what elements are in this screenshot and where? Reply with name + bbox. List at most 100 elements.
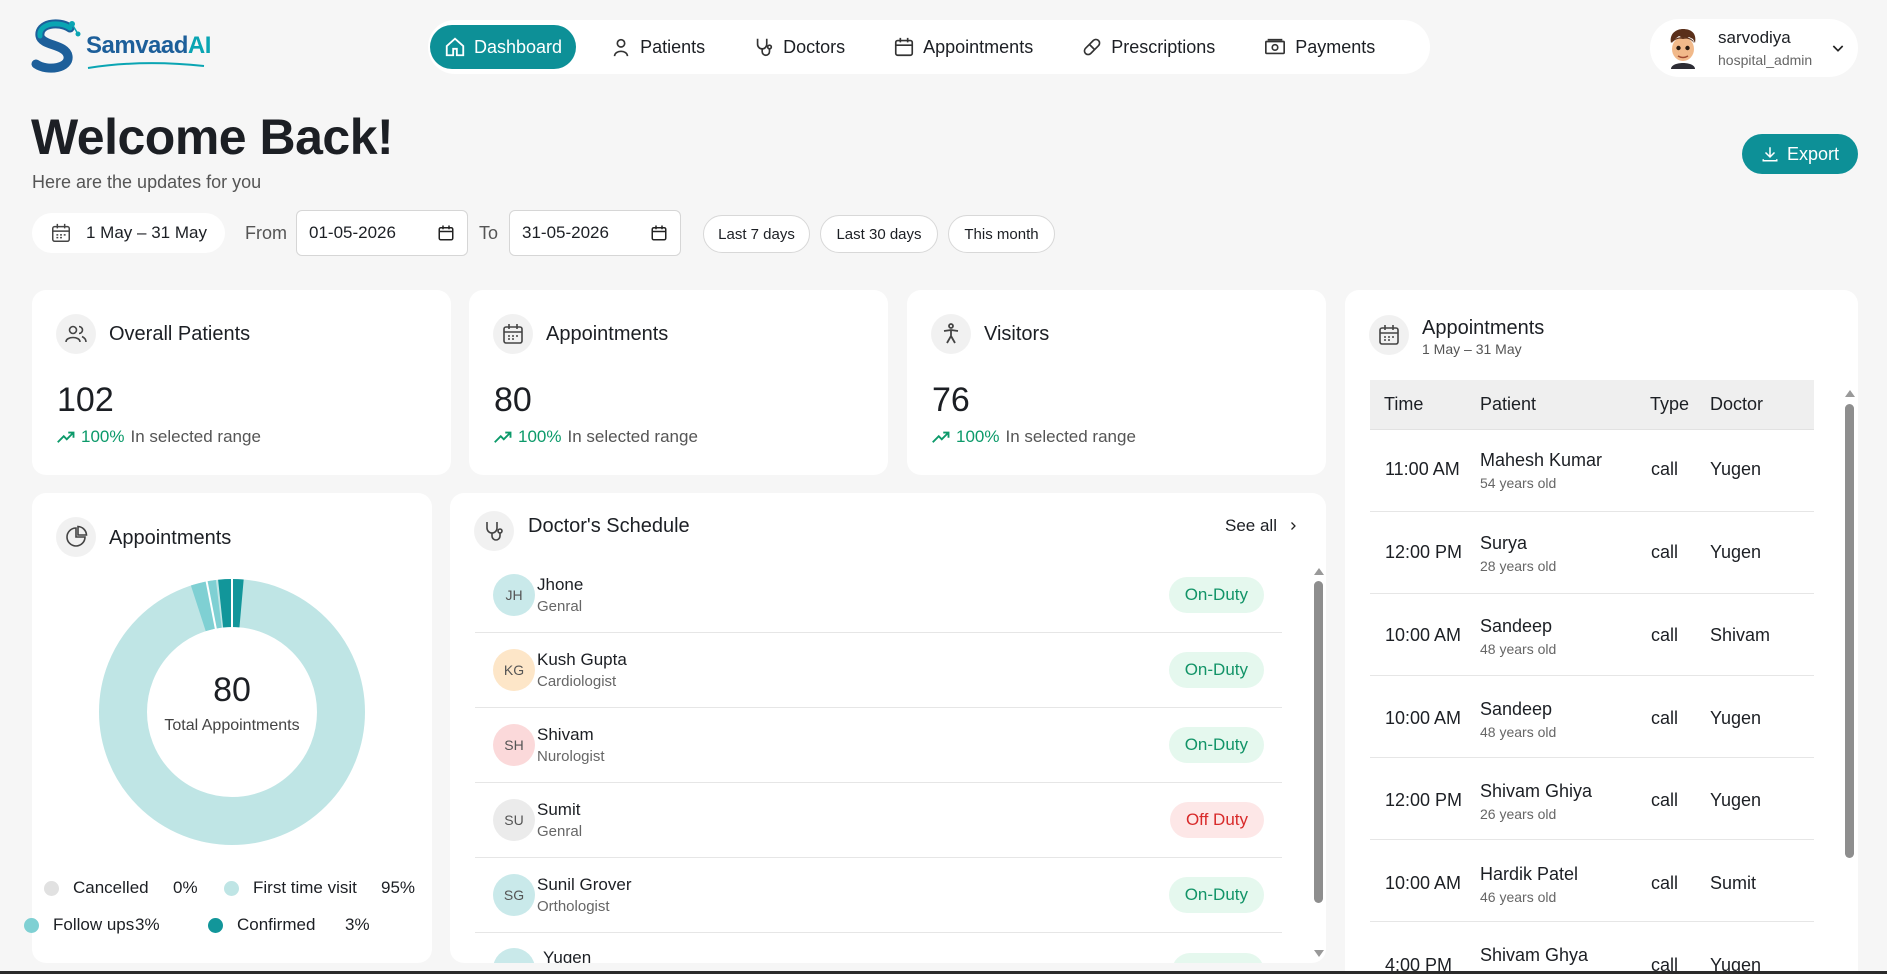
nav-label: Patients [640, 36, 706, 57]
cell-patient: Sandeep [1480, 699, 1553, 719]
stat-note: In selected range [1005, 427, 1136, 446]
export-label: Export [1786, 143, 1840, 164]
cell-type: call [1651, 873, 1679, 893]
home-icon [444, 36, 466, 58]
duty-badge: On-Duty [1168, 652, 1264, 688]
column-header: Type [1650, 394, 1690, 414]
stat-value: 80 [494, 381, 532, 419]
doctor-name: Sunil Grover [537, 875, 632, 894]
legend-dot [24, 917, 39, 933]
schedule-scrollbar-thumb[interactable] [1314, 581, 1323, 903]
trend-up-icon [57, 430, 75, 444]
page-subtitle: Here are the updates for you [32, 172, 262, 192]
doctor-row[interactable]: SH Shivam Nurologist On-Duty [475, 708, 1282, 783]
table-row[interactable]: 10:00 AM Hardik Patel 46 years old call … [1370, 840, 1814, 922]
export-button[interactable]: Export [1742, 134, 1858, 174]
user-role: hospital_admin [1718, 52, 1813, 68]
cell-patient: Shivam Ghiya [1480, 781, 1593, 801]
legend-dot [208, 917, 223, 933]
doctor-speciality: Nurologist [537, 748, 605, 765]
stat-note: In selected range [567, 427, 698, 446]
nav-appointments[interactable]: Appointments [879, 25, 1047, 69]
to-date-value: 31-05-2026 [522, 223, 609, 242]
nav-payments[interactable]: Payments [1249, 25, 1389, 69]
users-icon [56, 314, 96, 354]
stat-trend: 100% In selected range [57, 427, 261, 447]
logo-swoosh-icon [87, 62, 205, 69]
cell-time: 10:00 AM [1385, 873, 1462, 893]
chevron-down-icon[interactable] [1830, 40, 1846, 56]
table-row[interactable]: 10:00 AM Sandeep 48 years old call Yugen [1370, 676, 1814, 758]
doctor-initials: SG [493, 874, 535, 916]
cell-patient: Shivam Ghya [1480, 945, 1589, 965]
download-icon [1761, 145, 1779, 163]
table-scrollbar-thumb[interactable] [1845, 404, 1854, 858]
legend-label: Cancelled [73, 878, 149, 897]
schedule-scroll-up[interactable] [1313, 563, 1325, 581]
doctor-initials: SU [493, 799, 535, 841]
legend-dot [44, 880, 59, 896]
page-title: Welcome Back! [31, 109, 394, 165]
nav-doctors[interactable]: Doctors [739, 25, 859, 69]
doctor-row[interactable]: KG Kush Gupta Cardiologist On-Duty [475, 633, 1282, 708]
doctor-row-partial[interactable]: Yugen [475, 933, 1282, 963]
table-row[interactable]: 12:00 PM Shivam Ghiya 26 years old call … [1370, 758, 1814, 840]
schedule-scroll-down[interactable] [1313, 946, 1325, 963]
cell-time: 12:00 PM [1385, 790, 1463, 810]
doctor-initials-circle [493, 948, 535, 963]
calendar-picker-icon[interactable] [437, 224, 455, 242]
legend-confirmed: Confirmed 3% [208, 915, 370, 935]
cell-type: call [1651, 790, 1679, 810]
stat-note: In selected range [130, 427, 261, 446]
calendar-picker-icon[interactable] [650, 224, 668, 242]
stat-title: Appointments [546, 323, 669, 345]
nav-label: Dashboard [474, 36, 563, 57]
trend-up-icon [494, 430, 512, 444]
nav-label: Appointments [923, 36, 1034, 57]
donut-total: 80 [213, 671, 251, 709]
date-range-pill[interactable]: 1 May – 31 May [32, 213, 225, 253]
donut-title: Appointments [109, 527, 232, 549]
cell-type: call [1651, 625, 1679, 645]
stat-title: Visitors [984, 323, 1050, 345]
see-all-link[interactable]: See all [1225, 516, 1299, 536]
stat-card-appointments: Appointments 80 100% In selected range [469, 290, 888, 475]
cell-patient: Mahesh Kumar [1480, 450, 1603, 470]
doctor-row[interactable]: JH Jhone Genral On-Duty [475, 558, 1282, 633]
nav-prescriptions[interactable]: Prescriptions [1067, 25, 1229, 69]
table-row[interactable]: 10:00 AM Sandeep 48 years old call Shiva… [1370, 594, 1814, 676]
from-date-input[interactable]: 01-05-2026 [296, 210, 468, 256]
quick-last-7-days[interactable]: Last 7 days [703, 215, 810, 253]
cell-doctor: Yugen [1710, 708, 1762, 728]
table-row[interactable]: 12:00 PM Surya 28 years old call Yugen [1370, 512, 1814, 594]
table-scroll-up[interactable] [1844, 385, 1856, 403]
legend-value: 95% [381, 878, 416, 897]
table-row[interactable]: 4:00 PM Shivam Ghya call Yugen [1370, 922, 1814, 974]
appointments-table-range: 1 May – 31 May [1422, 341, 1522, 357]
cell-patient-age: 48 years old [1480, 641, 1557, 657]
quick-last-30-days[interactable]: Last 30 days [820, 215, 938, 253]
stat-trend: 100% In selected range [494, 427, 698, 447]
cell-patient-age: 48 years old [1480, 724, 1557, 740]
table-row[interactable]: 11:00 AM Mahesh Kumar 54 years old call … [1370, 430, 1814, 512]
quick-this-month[interactable]: This month [948, 215, 1055, 253]
cell-patient: Hardik Patel [1480, 864, 1579, 884]
doctor-row[interactable]: SU Sumit Genral Off Duty [475, 783, 1282, 858]
date-range-label: 1 May – 31 May [86, 223, 207, 242]
nav-label: Payments [1295, 36, 1376, 57]
logo-text: SamvaadAI [86, 32, 211, 59]
doctor-name: Sumit [537, 800, 581, 819]
doctor-name: Shivam [537, 725, 594, 744]
duty-badge: On-Duty [1168, 577, 1264, 613]
user-menu[interactable]: sarvodiya hospital_admin [1650, 19, 1858, 77]
nav-patients[interactable]: Patients [596, 25, 719, 69]
stat-percent: 100% [518, 427, 562, 446]
nav-dashboard[interactable]: Dashboard [430, 25, 577, 69]
to-date-input[interactable]: 31-05-2026 [509, 210, 681, 256]
stat-title: Overall Patients [109, 323, 251, 345]
money-icon [1263, 36, 1287, 58]
app-logo[interactable]: SamvaadAI [30, 18, 211, 74]
doctor-initials: JH [493, 574, 535, 616]
doctor-row[interactable]: SG Sunil Grover Orthologist On-Duty [475, 858, 1282, 933]
schedule-title: Doctor's Schedule [528, 515, 690, 537]
